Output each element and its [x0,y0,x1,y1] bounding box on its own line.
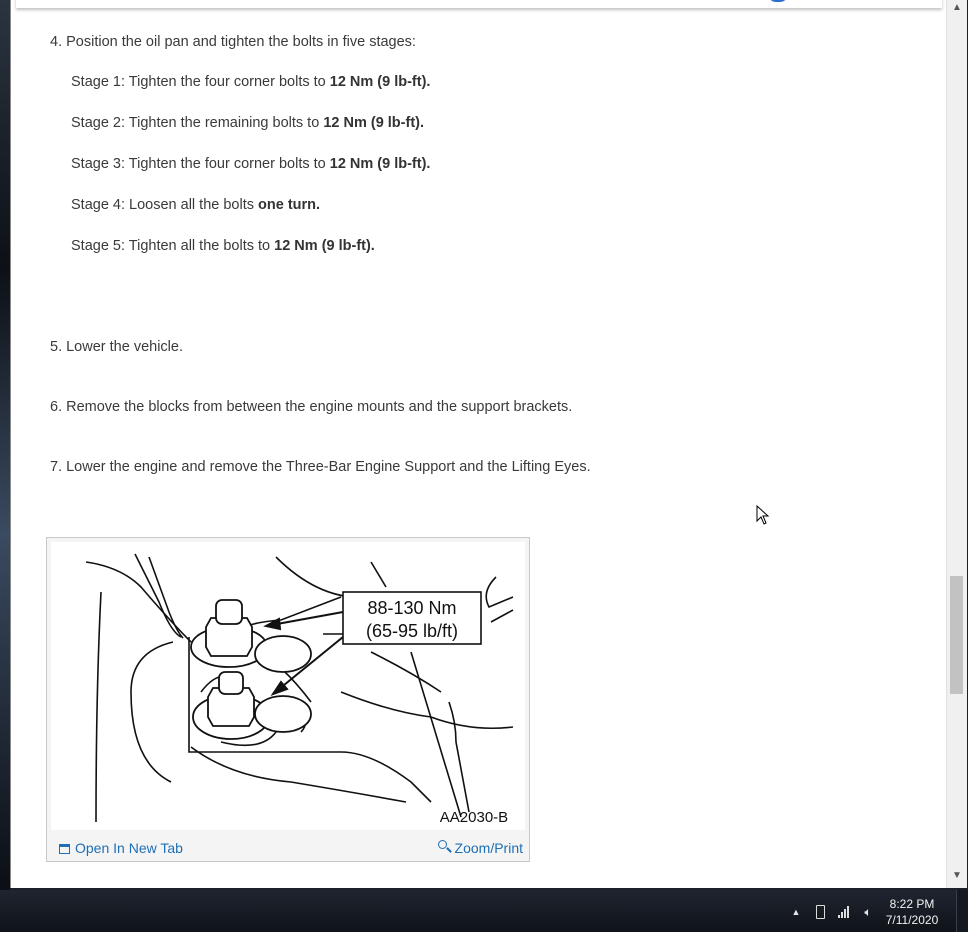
show-desktop-button[interactable] [956,890,968,932]
stage-value: 12 Nm (9 lb-ft). [274,238,375,254]
stage-text: Stage 2: Tighten the remaining bolts to [71,115,324,131]
torque-label-nm: 88-130 Nm [367,598,456,618]
stage-text: Stage 3: Tighten the four corner bolts t… [71,156,330,172]
step-6: 6. Remove the blocks from between the en… [50,399,573,415]
figure-card: 88-130 Nm (65-95 lb/ft) AA2030-B Open In… [46,537,530,862]
battery-icon[interactable] [812,904,828,920]
desktop-background [0,0,10,890]
browser-window: 4. Position the oil pan and tighten the … [10,0,967,888]
open-new-tab-label: Open In New Tab [75,840,183,856]
bolt-diagram: 88-130 Nm (65-95 lb/ft) AA2030-B [85,553,514,826]
open-new-tab-link[interactable]: Open In New Tab [59,840,183,856]
stage-2: Stage 2: Tighten the remaining bolts to … [71,114,424,132]
clock[interactable]: 8:22 PM 7/11/2020 [880,896,944,928]
stage-4: Stage 4: Loosen all the bolts one turn. [71,196,320,214]
bolt-diagram-image[interactable]: 88-130 Nm (65-95 lb/ft) AA2030-B [51,542,525,830]
signal-icon[interactable] [836,904,852,920]
stage-value: 12 Nm (9 lb-ft). [329,74,431,90]
procedure-content: 4. Position the oil pan and tighten the … [11,0,943,888]
scroll-thumb[interactable] [950,576,963,694]
zoom-print-link[interactable]: Zoom/Print [437,840,523,856]
zoom-print-label: Zoom/Print [454,840,523,856]
stage-5: Stage 5: Tighten all the bolts to 12 Nm … [71,237,375,255]
volume-icon[interactable]: 🔈︎ [860,904,876,920]
scroll-up-icon[interactable]: ▲ [951,2,963,14]
show-hidden-icon[interactable]: ▲ [788,904,804,920]
stage-3: Stage 3: Tighten the four corner bolts t… [71,155,430,173]
open-tab-icon [59,844,70,854]
system-tray: ▲ 🔈︎ [780,890,880,932]
clock-date: 7/11/2020 [885,913,939,927]
stage-value: 12 Nm (9 lb-ft). [329,156,431,172]
stage-text: Stage 4: Loosen all the bolts [71,197,259,213]
torque-label-lbft: (65-95 lb/ft) [366,621,458,641]
step-7: 7. Lower the engine and remove the Three… [50,459,591,475]
zoom-icon [437,840,452,854]
step-5: 5. Lower the vehicle. [50,339,183,355]
scroll-down-icon[interactable]: ▼ [951,870,963,882]
stage-text: Stage 5: Tighten all the bolts to [71,238,275,254]
clock-time: 8:22 PM [889,897,935,911]
figure-id: AA2030-B [440,809,508,826]
stage-1: Stage 1: Tighten the four corner bolts t… [71,73,430,91]
step-4: 4. Position the oil pan and tighten the … [50,34,416,50]
stage-text: Stage 1: Tighten the four corner bolts t… [71,74,330,90]
stage-value: 12 Nm (9 lb-ft). [323,115,425,131]
taskbar: ▲ 🔈︎ 8:22 PM 7/11/2020 [0,890,968,932]
mouse-cursor-icon [756,505,770,525]
vertical-scrollbar[interactable]: ▲ ▼ [946,0,967,888]
stage-value: one turn. [258,197,321,213]
